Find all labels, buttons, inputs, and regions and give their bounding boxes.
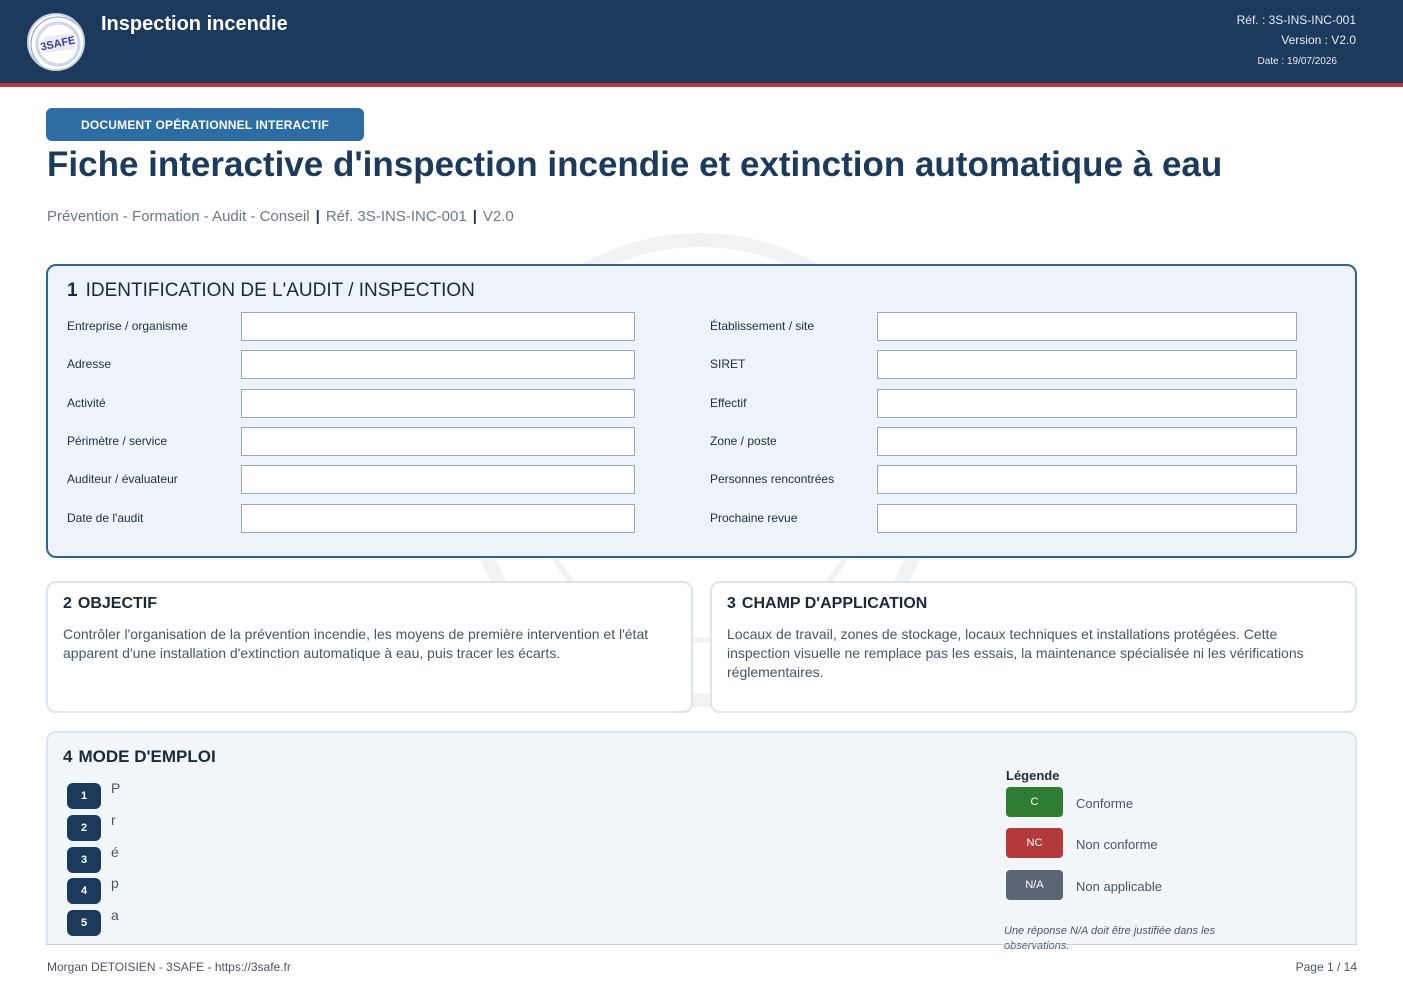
auditeur-input[interactable] [241, 465, 635, 494]
section-mode-emploi: 4 MODE D'EMPLOI 1 P 2 r 3 é 4 p 5 a Légen… [46, 731, 1357, 945]
subtitle-separator: | [472, 208, 477, 225]
section-title: 3 CHAMP D'APPLICATION [727, 595, 927, 613]
adresse-input[interactable] [241, 350, 635, 379]
header-accent-line [0, 83, 1403, 87]
step-number-badge: 4 [67, 878, 101, 904]
section-number: 4 [63, 747, 73, 766]
page-subtitle: Prévention - Formation - Audit - Conseil… [47, 208, 514, 225]
legend-label-non-applicable: Non applicable [1076, 879, 1163, 894]
date-audit-input[interactable] [241, 504, 635, 533]
siret-input[interactable] [877, 350, 1297, 379]
field-label-etablissement: Établissement / site [710, 319, 815, 333]
document-reference: Réf. : 3S-INS-INC-001 [1236, 13, 1356, 27]
document-date: Date : 19/07/2026 [1257, 56, 1337, 67]
legend-note: Une réponse N/A doit être justifiée dans… [1004, 925, 1216, 952]
subtitle-reference: Réf. 3S-INS-INC-001 [325, 208, 467, 225]
field-label-activite: Activité [67, 396, 106, 410]
field-label-auditeur: Auditeur / évaluateur [67, 472, 178, 486]
section-number: 1 [67, 280, 78, 301]
footer-divider [46, 944, 1357, 945]
zone-input[interactable] [877, 427, 1297, 456]
legend-chip-non-conforme: NC [1006, 828, 1063, 858]
field-label-personnes: Personnes rencontrées [710, 472, 835, 486]
field-label-zone: Zone / poste [710, 434, 777, 448]
app-title: Inspection incendie [101, 13, 288, 35]
field-label-effectif: Effectif [710, 396, 747, 410]
section-title-text: MODE D'EMPLOI [78, 747, 216, 766]
step-text: p [111, 875, 119, 891]
footer-author: Morgan DETOISIEN - 3SAFE - https://3safe… [47, 960, 291, 974]
subtitle-version: V2.0 [482, 208, 514, 225]
section-title-text: OBJECTIF [77, 595, 158, 612]
subtitle-separator: | [315, 208, 320, 225]
field-label-siret: SIRET [710, 357, 746, 371]
legend-label-conforme: Conforme [1076, 796, 1134, 811]
field-label-perimetre: Périmètre / service [67, 434, 168, 448]
step-text: P [111, 780, 121, 796]
effectif-input[interactable] [877, 389, 1297, 418]
document-type-badge: DOCUMENT OPÉRATIONNEL INTERACTIF [46, 108, 364, 141]
field-label-prochaine-revue: Prochaine revue [710, 511, 798, 525]
perimetre-input[interactable] [241, 427, 635, 456]
step-text: é [111, 844, 119, 860]
section-title: 2 OBJECTIF [63, 595, 157, 613]
step-text: a [111, 907, 119, 923]
page-title: Fiche interactive d'inspection incendie … [47, 145, 1223, 184]
step-number-badge: 3 [67, 847, 101, 873]
section-identification: 1 IDENTIFICATION DE L'AUDIT / INSPECTION … [46, 264, 1357, 558]
personnes-input[interactable] [877, 465, 1297, 494]
legend-title: Légende [1006, 768, 1060, 783]
company-logo: 3SAFE [27, 13, 85, 71]
step-number-badge: 1 [67, 783, 101, 809]
section-title: 4 MODE D'EMPLOI [63, 747, 216, 767]
field-label-entreprise: Entreprise / organisme [67, 319, 188, 333]
section-title-text: CHAMP D'APPLICATION [741, 595, 928, 612]
step-number-badge: 5 [67, 910, 101, 936]
top-header-bar: 3SAFE Inspection incendie Réf. : 3S-INS-… [0, 0, 1403, 83]
champ-application-text: Locaux de travail, zones de stockage, lo… [727, 626, 1304, 680]
legend-label-non-conforme: Non conforme [1076, 837, 1158, 852]
legend-chip-conforme: C [1006, 787, 1063, 817]
section-champ-application: 3 CHAMP D'APPLICATION Locaux de travail, … [710, 581, 1357, 713]
section-objectif: 2 OBJECTIF Contrôler l'organisation de la… [46, 581, 693, 713]
page-number: Page 1 / 14 [1295, 960, 1357, 974]
section-title-text: IDENTIFICATION DE L'AUDIT / INSPECTION [85, 280, 475, 301]
document-version: Version : V2.0 [1281, 33, 1356, 47]
section-number: 2 [63, 595, 72, 612]
section-number: 3 [727, 595, 736, 612]
field-label-adresse: Adresse [67, 357, 112, 371]
subtitle-tagline: Prévention - Formation - Audit - Conseil [47, 208, 310, 225]
entreprise-input[interactable] [241, 312, 635, 341]
objectif-text: Contrôler l'organisation de la préventio… [63, 626, 649, 661]
field-label-date-audit: Date de l'audit [67, 511, 144, 525]
section-title: 1 IDENTIFICATION DE L'AUDIT / INSPECTION [67, 280, 475, 302]
prochaine-revue-input[interactable] [877, 504, 1297, 533]
etablissement-input[interactable] [877, 312, 1297, 341]
activite-input[interactable] [241, 389, 635, 418]
step-text: r [111, 812, 116, 828]
legend-chip-non-applicable: N/A [1006, 870, 1063, 900]
step-number-badge: 2 [67, 815, 101, 841]
